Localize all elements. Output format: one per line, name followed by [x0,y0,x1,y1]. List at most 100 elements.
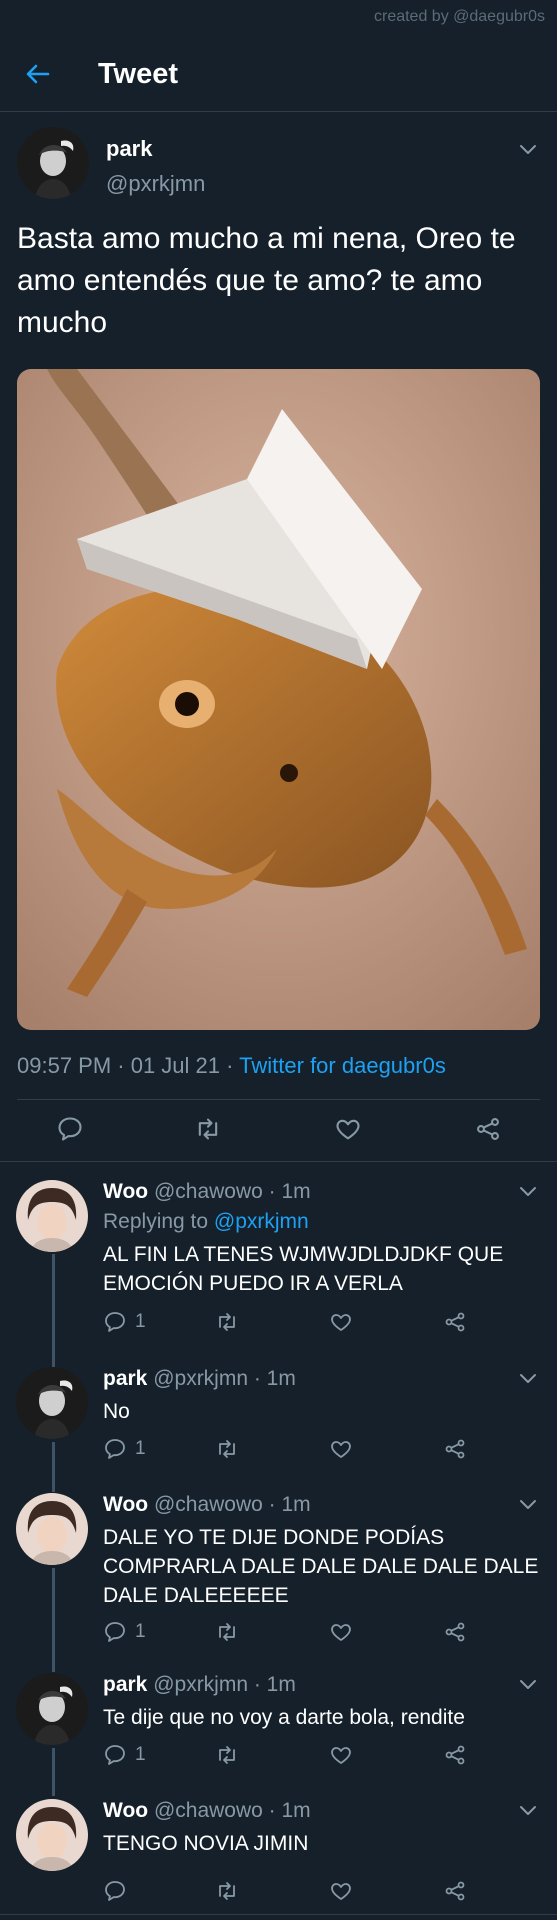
reply-count: 1 [135,1621,146,1642]
like-button[interactable] [329,1620,353,1644]
avatar-image [17,127,89,199]
share-button[interactable] [443,1310,467,1334]
chevron-down-icon[interactable] [519,1679,537,1691]
reply-icon [103,1879,127,1903]
share-button[interactable] [443,1620,467,1644]
client-link[interactable]: Twitter for daegubr0s [239,1053,446,1078]
avatar[interactable] [16,1180,88,1252]
reply-tweet[interactable]: park @pxrkjmn · 1m No 1 [0,1367,557,1487]
avatar[interactable] [17,127,89,199]
reply-header: park @pxrkjmn · 1m [103,1367,296,1391]
like-button[interactable] [329,1310,353,1334]
reply-button[interactable]: 1 [103,1620,146,1644]
reply-tweet[interactable]: park @pxrkjmn · 1m Te dije que no voy a … [0,1673,557,1793]
like-button[interactable] [329,1879,353,1903]
retweet-icon [215,1310,239,1334]
watermark-text: created by @daegubr0s [373,8,545,25]
timestamp-text: 09:57 PM · 01 Jul 21 · [17,1053,240,1078]
reply-count: 1 [135,1744,146,1765]
reply-icon[interactable] [56,1115,84,1143]
retweet-button[interactable] [215,1743,239,1767]
reply-header: Woo @chawowo · 1m [103,1799,311,1823]
retweet-button[interactable] [215,1879,239,1903]
author-meta: @chawowo · 1m [148,1180,311,1203]
like-icon [329,1743,353,1767]
author-name[interactable]: park [106,136,152,162]
avatar[interactable] [16,1493,88,1565]
reply-header: Woo @chawowo · 1m [103,1493,311,1517]
avatar[interactable] [16,1367,88,1439]
like-icon[interactable] [334,1115,362,1143]
reply-icon [103,1437,127,1461]
share-icon [443,1310,467,1334]
avatar-image [16,1673,88,1745]
divider [17,1099,540,1100]
retweet-button[interactable] [215,1620,239,1644]
author-name[interactable]: Woo [103,1493,148,1516]
replying-to: Replying to @pxrkjmn [103,1210,309,1234]
reply-text: Te dije que no voy a darte bola, rendite [103,1706,465,1729]
reply-button[interactable]: 1 [103,1743,146,1767]
reply-text: TENGO NOVIA JIMIN [103,1832,309,1855]
reply-count: 1 [135,1438,146,1459]
like-icon [329,1310,353,1334]
reply-actions: 1 [103,1743,523,1771]
avatar[interactable] [16,1799,88,1871]
author-name[interactable]: Woo [103,1799,148,1822]
like-button[interactable] [329,1437,353,1461]
avatar-image [16,1493,88,1565]
reply-button[interactable] [103,1879,135,1903]
tweet-text: Basta amo mucho a mi nena, Oreo te amo e… [17,222,516,339]
page-title: Tweet [98,58,179,90]
reply-icon [103,1310,127,1334]
reply-button[interactable]: 1 [103,1310,146,1334]
reply-tweet[interactable]: Woo @chawowo · 1m Replying to @pxrkjmn A… [0,1180,557,1350]
replying-prefix: Replying to [103,1210,214,1233]
share-button[interactable] [443,1879,467,1903]
retweet-button[interactable] [215,1437,239,1461]
reply-button[interactable]: 1 [103,1437,146,1461]
retweet-button[interactable] [215,1310,239,1334]
like-icon [329,1620,353,1644]
reply-actions: 1 [103,1310,523,1338]
share-icon [443,1620,467,1644]
share-button[interactable] [443,1743,467,1767]
author-meta: @pxrkjmn · 1m [147,1673,296,1696]
reply-count: 1 [135,1311,146,1332]
divider [0,1161,557,1162]
chevron-down-icon[interactable] [519,1186,537,1198]
chevron-down-icon[interactable] [519,144,537,156]
chevron-down-icon[interactable] [519,1373,537,1385]
retweet-icon[interactable] [194,1115,222,1143]
avatar[interactable] [16,1673,88,1745]
chevron-down-icon[interactable] [519,1805,537,1817]
avatar-image [16,1180,88,1252]
tweet-photo[interactable] [17,369,540,1030]
reply-actions: 1 [103,1620,523,1648]
top-app-bar: Tweet [0,36,557,112]
share-icon[interactable] [474,1115,502,1143]
back-arrow-icon[interactable] [24,60,52,88]
reply-text: DALE YO TE DIJE DONDE PODÍAS COMPRARLA D… [103,1526,539,1607]
replying-to-link[interactable]: @pxrkjmn [214,1210,309,1233]
reply-header: park @pxrkjmn · 1m [103,1673,296,1697]
divider [0,1914,557,1915]
author-name[interactable]: Woo [103,1180,148,1203]
author-handle[interactable]: @pxrkjmn [106,171,205,197]
author-meta: @chawowo · 1m [148,1799,311,1822]
chevron-down-icon[interactable] [519,1499,537,1511]
like-button[interactable] [329,1743,353,1767]
retweet-icon [215,1743,239,1767]
author-name[interactable]: park [103,1367,147,1390]
author-meta: @pxrkjmn · 1m [147,1367,296,1390]
reply-tweet[interactable]: Woo @chawowo · 1m TENGO NOVIA JIMIN [0,1799,557,1914]
share-button[interactable] [443,1437,467,1461]
reply-tweet[interactable]: Woo @chawowo · 1m DALE YO TE DIJE DONDE … [0,1493,557,1668]
reply-actions [103,1879,523,1907]
like-icon [329,1437,353,1461]
author-name[interactable]: park [103,1673,147,1696]
like-icon [329,1879,353,1903]
reply-text: No [103,1400,130,1423]
retweet-icon [215,1620,239,1644]
avatar-image [16,1799,88,1871]
